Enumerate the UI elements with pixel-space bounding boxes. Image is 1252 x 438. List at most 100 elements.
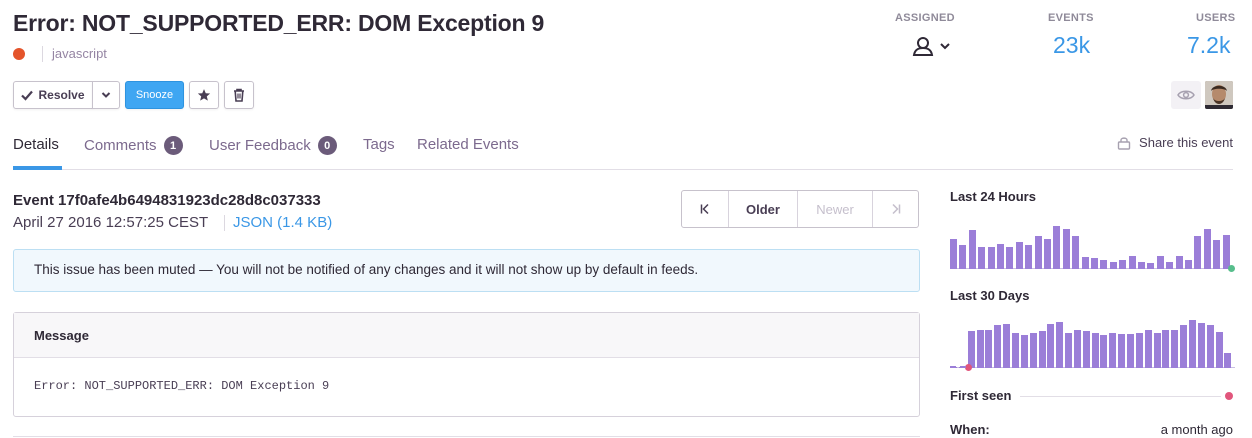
spark-bar[interactable] (1166, 262, 1174, 269)
issue-tabs: Details Comments 1 User Feedback 0 Tags … (13, 130, 1233, 170)
spark-bar[interactable] (978, 247, 986, 269)
spark-bar[interactable] (1138, 262, 1145, 269)
tab-tags[interactable]: Tags (363, 136, 395, 153)
spark-bar[interactable] (1119, 260, 1127, 269)
tab-details[interactable]: Details (13, 136, 59, 153)
resolve-button[interactable]: Resolve (13, 81, 93, 109)
eye-icon (1177, 90, 1195, 100)
last-24-hours-title: Last 24 Hours (950, 189, 1036, 204)
assigned-label: ASSIGNED (895, 12, 955, 24)
spark-bar[interactable] (1185, 260, 1192, 269)
checkmark-icon (21, 90, 34, 101)
spark-bar[interactable] (1206, 325, 1214, 368)
spark-bar[interactable] (1025, 245, 1033, 269)
active-tab-indicator (13, 166, 62, 170)
spark-bar[interactable] (1072, 236, 1080, 269)
spark-bar[interactable] (1144, 330, 1152, 368)
spark-bar[interactable] (1003, 324, 1011, 368)
events-count[interactable]: 23k (1053, 32, 1090, 59)
spark-bar[interactable] (1156, 256, 1164, 269)
delete-button[interactable] (224, 81, 254, 109)
level-indicator (13, 48, 25, 60)
first-page-icon (700, 203, 709, 215)
spark-bar[interactable] (1215, 332, 1223, 368)
spark-bar[interactable] (1180, 325, 1188, 368)
bookmark-button[interactable] (189, 81, 219, 109)
spark-bar[interactable] (967, 331, 975, 368)
spark-bar[interactable] (1135, 333, 1143, 368)
spark-bar[interactable] (1224, 353, 1232, 368)
tab-tags-label: Tags (363, 136, 395, 153)
spark-bar[interactable] (1109, 262, 1117, 269)
share-event-link[interactable]: Share this event (1117, 135, 1233, 150)
oldest-event-button[interactable] (682, 191, 729, 227)
spark-bar[interactable] (1047, 324, 1055, 368)
spark-bar[interactable] (1203, 229, 1211, 269)
spark-bar[interactable] (1188, 320, 1196, 368)
spark-bar[interactable] (1147, 263, 1155, 269)
spark-bar[interactable] (1062, 229, 1070, 269)
spark-bar[interactable] (1073, 330, 1081, 368)
spark-bar[interactable] (959, 245, 967, 269)
spark-bar[interactable] (1081, 257, 1089, 269)
spark-bar[interactable] (1011, 333, 1019, 368)
spark-bar[interactable] (1082, 331, 1090, 368)
spark-bar[interactable] (1091, 258, 1098, 269)
spark-bar[interactable] (1153, 333, 1161, 368)
spark-bar[interactable] (950, 239, 957, 269)
star-icon (197, 89, 211, 101)
spark-bar[interactable] (1118, 334, 1126, 368)
spark-bar[interactable] (1128, 256, 1136, 269)
spark-bar[interactable] (1044, 239, 1051, 269)
snooze-button[interactable]: Snooze (125, 81, 184, 109)
spark-bar[interactable] (994, 325, 1002, 368)
older-event-button[interactable]: Older (729, 191, 798, 227)
spark-bar[interactable] (1213, 240, 1221, 269)
spark-bar[interactable] (1038, 331, 1046, 368)
chevron-down-icon (940, 43, 950, 50)
users-count[interactable]: 7.2k (1187, 32, 1230, 59)
spark-bar[interactable] (976, 330, 984, 368)
avatar-image (1205, 81, 1233, 109)
avatar[interactable] (1205, 81, 1233, 109)
spark-bar[interactable] (968, 230, 976, 269)
newest-event-button[interactable] (873, 191, 918, 227)
resolve-options-button[interactable] (92, 81, 120, 109)
subscribe-button[interactable] (1171, 81, 1201, 109)
spark-bar[interactable] (1100, 335, 1108, 368)
spark-bar[interactable] (1006, 247, 1014, 269)
first-seen-divider (1020, 396, 1221, 397)
spark-bar[interactable] (987, 247, 995, 269)
spark-bar[interactable] (1175, 256, 1183, 269)
event-id: Event 17f0afe4b6494831923dc28d8c037333 (13, 192, 321, 209)
tab-user-feedback[interactable]: User Feedback 0 (209, 136, 337, 155)
spark-bar[interactable] (1056, 322, 1064, 368)
spark-bar[interactable] (1171, 330, 1179, 368)
spark-bar[interactable] (1020, 335, 1028, 368)
spark-bar[interactable] (1127, 334, 1134, 368)
spark-bar[interactable] (985, 330, 993, 368)
comments-count-badge: 1 (163, 136, 183, 155)
last-24-hours-chart (950, 223, 1235, 272)
spark-bar[interactable] (1222, 235, 1230, 269)
spark-bar[interactable] (1034, 236, 1042, 269)
spark-bar[interactable] (1109, 333, 1117, 368)
tab-comments[interactable]: Comments 1 (84, 136, 183, 155)
spark-bar[interactable] (1162, 330, 1170, 368)
spark-bar[interactable] (1065, 333, 1073, 368)
spark-bar[interactable] (1029, 333, 1037, 368)
spark-bar[interactable] (1091, 333, 1099, 368)
newer-event-button[interactable]: Newer (798, 191, 873, 227)
spark-bar[interactable] (1194, 236, 1202, 269)
chevron-down-icon (101, 92, 111, 98)
spark-bar[interactable] (1100, 260, 1108, 269)
spark-bar[interactable] (1197, 323, 1205, 368)
assignee-selector[interactable] (912, 34, 956, 58)
json-link[interactable]: JSON (1.4 KB) (233, 214, 332, 231)
spark-bar[interactable] (1015, 242, 1023, 269)
spark-bar[interactable] (997, 244, 1004, 269)
first-seen-when: a month ago (1160, 422, 1233, 437)
share-event-label: Share this event (1139, 135, 1233, 150)
tab-related-events[interactable]: Related Events (417, 136, 519, 153)
spark-bar[interactable] (1053, 226, 1061, 269)
